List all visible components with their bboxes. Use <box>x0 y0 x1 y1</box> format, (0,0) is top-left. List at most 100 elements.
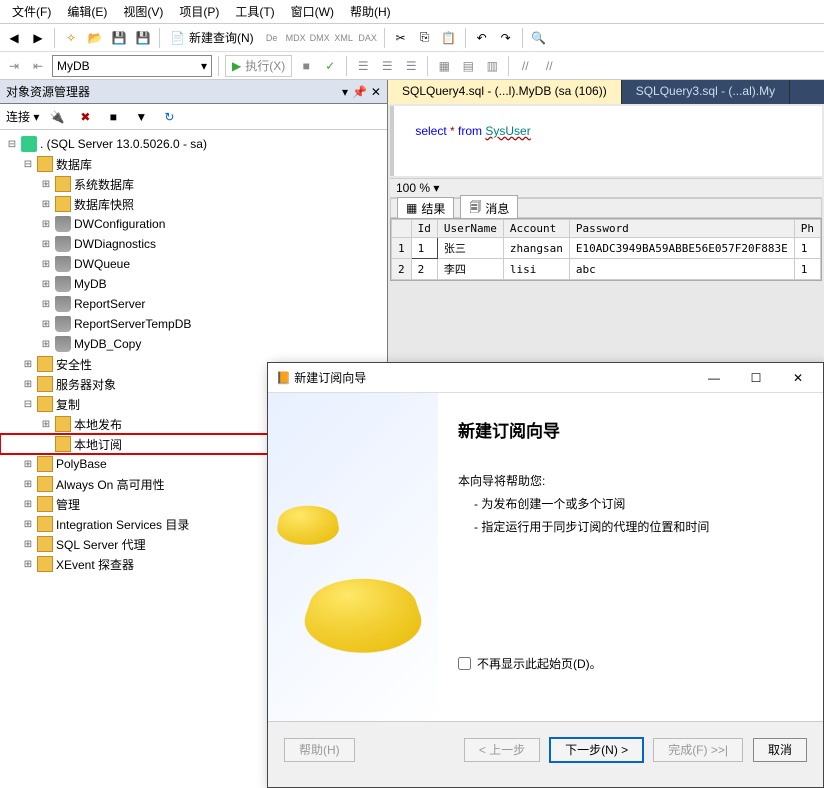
cut-icon[interactable]: ✂ <box>391 28 411 48</box>
tab-results[interactable]: ▦结果 <box>397 197 454 220</box>
exec-toolbar: ⇥ ⇤ MyDB▾ ▶执行(X) ■ ✓ ☰ ☰ ☰ ▦ ▤ ▥ // // <box>0 52 824 80</box>
tree-db[interactable]: ⊞DWDiagnostics <box>0 234 387 254</box>
save-icon[interactable]: 💾 <box>109 28 129 48</box>
panel-dropdown-icon[interactable]: ▾ <box>342 85 348 99</box>
connect-icon[interactable]: 🔌 <box>47 107 67 127</box>
menu-window[interactable]: 窗口(W) <box>283 1 342 22</box>
dmx-icon[interactable]: DMX <box>310 28 330 48</box>
parse-icon[interactable]: ✓ <box>320 56 340 76</box>
msg-icon: 🗐 <box>469 198 481 219</box>
new-item-icon[interactable]: ✧ <box>61 28 81 48</box>
indent-icon[interactable]: ⇥ <box>4 56 24 76</box>
menu-tools[interactable]: 工具(T) <box>227 1 282 22</box>
mdx-icon[interactable]: MDX <box>286 28 306 48</box>
cancel-button[interactable]: 取消 <box>753 738 807 762</box>
execute-button[interactable]: ▶执行(X) <box>225 55 292 77</box>
results-grid-icon[interactable]: ▦ <box>434 56 454 76</box>
new-query-button[interactable]: 📄新建查询(N) <box>166 27 258 49</box>
xmla-icon[interactable]: XML <box>334 28 354 48</box>
grid-icon: ▦ <box>406 201 417 215</box>
menu-view[interactable]: 视图(V) <box>115 1 171 22</box>
nav-back-icon[interactable]: ◀ <box>4 28 24 48</box>
wizard-content: 新建订阅向导 本向导将帮助您: - 为发布创建一个或多个订阅 - 指定运行用于同… <box>438 393 823 721</box>
menu-help[interactable]: 帮助(H) <box>342 1 399 22</box>
wizard-icon: 📙 <box>276 371 291 385</box>
disconnect-icon[interactable]: ✖ <box>75 107 95 127</box>
menu-project[interactable]: 项目(P) <box>171 1 227 22</box>
wizard-bullet: - 为发布创建一个或多个订阅 <box>474 495 803 512</box>
database-icon <box>55 216 71 232</box>
database-combo[interactable]: MyDB▾ <box>52 55 212 77</box>
table-row[interactable]: 1 1 张三 zhangsan E10ADC3949BA59ABBE56E057… <box>391 238 820 259</box>
tree-db[interactable]: ⊞ReportServerTempDB <box>0 314 387 334</box>
sql-editor[interactable]: select * from SysUser <box>390 106 822 176</box>
maximize-button[interactable]: ☐ <box>739 367 773 389</box>
find-icon[interactable]: 🔍 <box>529 28 549 48</box>
col-ph[interactable]: Ph <box>794 220 820 238</box>
comment-icon[interactable]: // <box>515 56 535 76</box>
tree-db[interactable]: ⊞DWConfiguration <box>0 214 387 234</box>
open-icon[interactable]: 📂 <box>85 28 105 48</box>
save-all-icon[interactable]: 💾 <box>133 28 153 48</box>
results-file-icon[interactable]: ▥ <box>482 56 502 76</box>
col-id[interactable]: Id <box>411 220 437 238</box>
wizard-intro: 本向导将帮助您: <box>458 472 803 489</box>
editor-tabs: SQLQuery4.sql - (...l).MyDB (sa (106)) S… <box>388 80 824 104</box>
col-account[interactable]: Account <box>503 220 569 238</box>
copy-icon[interactable]: ⎘ <box>415 28 435 48</box>
database-icon <box>55 256 71 272</box>
help-button[interactable]: 帮助(H) <box>284 738 355 762</box>
panel-pin-icon[interactable]: 📌 <box>352 85 367 99</box>
close-button[interactable]: ✕ <box>781 367 815 389</box>
outdent-icon[interactable]: ⇤ <box>28 56 48 76</box>
col-username[interactable]: UserName <box>437 220 503 238</box>
dax-icon[interactable]: DAX <box>358 28 378 48</box>
uncomment-icon[interactable]: // <box>539 56 559 76</box>
database-icon <box>55 316 71 332</box>
folder-icon <box>37 496 53 512</box>
connect-dropdown[interactable]: 连接 ▾ <box>6 108 39 125</box>
redo-icon[interactable]: ↷ <box>496 28 516 48</box>
de-icon[interactable]: De <box>262 28 282 48</box>
tree-databases[interactable]: ⊟数据库 <box>0 154 387 174</box>
actual-plan-icon[interactable]: ☰ <box>377 56 397 76</box>
nav-fwd-icon[interactable]: ▶ <box>28 28 48 48</box>
tree-db[interactable]: ⊞ReportServer <box>0 294 387 314</box>
wizard-artwork <box>268 393 438 721</box>
tree-db[interactable]: ⊞DWQueue <box>0 254 387 274</box>
tree-sysdb[interactable]: ⊞系统数据库 <box>0 174 387 194</box>
tree-server[interactable]: ⊟. (SQL Server 13.0.5026.0 - sa) <box>0 134 387 154</box>
tab-query3[interactable]: SQLQuery3.sql - (...al).My <box>622 80 790 104</box>
menu-file[interactable]: 文件(F) <box>4 1 59 22</box>
finish-button[interactable]: 完成(F) >>| <box>653 738 743 762</box>
filter-icon[interactable]: ▼ <box>131 107 151 127</box>
zoom-combo[interactable]: 100 % ▾ <box>396 181 439 195</box>
panel-close-icon[interactable]: ✕ <box>371 85 381 99</box>
results-grid[interactable]: Id UserName Account Password Ph 1 1 张三 z… <box>390 218 822 281</box>
wizard-footer: 帮助(H) < 上一步 下一步(N) > 完成(F) >>| 取消 <box>268 721 823 777</box>
refresh-icon[interactable]: ↻ <box>159 107 179 127</box>
no-show-input[interactable] <box>458 657 471 670</box>
wizard-titlebar[interactable]: 📙 新建订阅向导 — ☐ ✕ <box>268 363 823 393</box>
tab-query4[interactable]: SQLQuery4.sql - (...l).MyDB (sa (106)) <box>388 80 622 104</box>
undo-icon[interactable]: ↶ <box>472 28 492 48</box>
tree-db[interactable]: ⊞MyDB <box>0 274 387 294</box>
plan-icon[interactable]: ☰ <box>353 56 373 76</box>
next-button[interactable]: 下一步(N) > <box>550 738 643 762</box>
no-show-checkbox[interactable]: 不再显示此起始页(D)。 <box>458 655 803 672</box>
stop-icon[interactable]: ■ <box>103 107 123 127</box>
stats-icon[interactable]: ☰ <box>401 56 421 76</box>
back-button[interactable]: < 上一步 <box>464 738 540 762</box>
server-icon <box>21 136 37 152</box>
menu-edit[interactable]: 编辑(E) <box>59 1 115 22</box>
debug-icon[interactable]: ■ <box>296 56 316 76</box>
minimize-button[interactable]: — <box>697 367 731 389</box>
table-row[interactable]: 2 2 李四 lisi abc 1 <box>391 259 820 280</box>
paste-icon[interactable]: 📋 <box>439 28 459 48</box>
database-icon <box>55 336 71 352</box>
database-icon <box>55 276 71 292</box>
col-password[interactable]: Password <box>569 220 794 238</box>
results-text-icon[interactable]: ▤ <box>458 56 478 76</box>
tree-snapshot[interactable]: ⊞数据库快照 <box>0 194 387 214</box>
tree-db[interactable]: ⊞MyDB_Copy <box>0 334 387 354</box>
